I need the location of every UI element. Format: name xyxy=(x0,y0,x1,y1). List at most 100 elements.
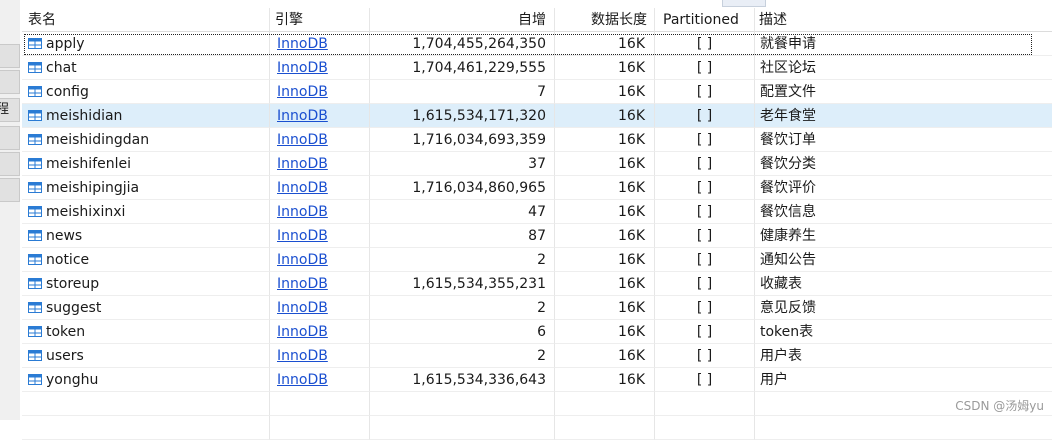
left-panel-button[interactable] xyxy=(0,152,20,176)
table-row[interactable]: meishipingjia InnoDB 1,716,034,860,965 16K[… xyxy=(22,176,1052,200)
table-row[interactable]: config InnoDB 7 16K[ ] 配置文件 xyxy=(22,80,1052,104)
column-header-name[interactable]: 表名 xyxy=(22,8,270,32)
engine-link[interactable]: InnoDB xyxy=(277,84,328,100)
partitioned-cell[interactable]: [ ] xyxy=(655,152,755,176)
auto-increment-cell[interactable]: 1,716,034,693,359 xyxy=(370,128,555,152)
data-length-cell[interactable]: 16K xyxy=(555,248,655,272)
auto-increment-cell[interactable]: 87 xyxy=(370,224,555,248)
auto-increment-cell[interactable]: 2 xyxy=(370,344,555,368)
engine-cell[interactable]: InnoDB xyxy=(270,104,370,128)
auto-increment-cell[interactable]: 1,704,461,229,555 xyxy=(370,56,555,80)
engine-cell[interactable]: InnoDB xyxy=(270,224,370,248)
description-cell[interactable]: 收藏表 xyxy=(755,272,1052,296)
data-length-cell[interactable]: 16K xyxy=(555,296,655,320)
engine-link[interactable]: InnoDB xyxy=(277,348,328,364)
table-name-cell[interactable]: apply xyxy=(22,32,270,56)
auto-increment-cell[interactable]: 7 xyxy=(370,80,555,104)
engine-cell[interactable]: InnoDB xyxy=(270,80,370,104)
engine-cell[interactable]: InnoDB xyxy=(270,248,370,272)
engine-link[interactable]: InnoDB xyxy=(277,132,328,148)
engine-link[interactable]: InnoDB xyxy=(277,36,328,52)
table-name-cell[interactable]: config xyxy=(22,80,270,104)
engine-cell[interactable]: InnoDB xyxy=(270,32,370,56)
partitioned-cell[interactable]: [ ] xyxy=(655,128,755,152)
data-length-cell[interactable]: 16K xyxy=(555,368,655,392)
table-row[interactable]: meishixinxi InnoDB 47 16K[ ] 餐饮信息 xyxy=(22,200,1052,224)
auto-increment-cell[interactable]: 2 xyxy=(370,248,555,272)
data-length-cell[interactable]: 16K xyxy=(555,80,655,104)
engine-link[interactable]: InnoDB xyxy=(277,204,328,220)
engine-link[interactable]: InnoDB xyxy=(277,300,328,316)
partitioned-cell[interactable]: [ ] xyxy=(655,56,755,80)
partitioned-cell[interactable]: [ ] xyxy=(655,224,755,248)
left-panel-button[interactable] xyxy=(0,70,20,94)
data-length-cell[interactable]: 16K xyxy=(555,32,655,56)
column-header-description[interactable]: 描述 xyxy=(755,8,1052,32)
column-header-auto-increment[interactable]: 自增 xyxy=(370,8,555,32)
engine-link[interactable]: InnoDB xyxy=(277,108,328,124)
table-row[interactable]: meishidingdan InnoDB 1,716,034,693,359 16K[… xyxy=(22,128,1052,152)
engine-cell[interactable]: InnoDB xyxy=(270,128,370,152)
data-length-cell[interactable]: 16K xyxy=(555,200,655,224)
table-name-cell[interactable]: storeup xyxy=(22,272,270,296)
table-name-cell[interactable]: meishixinxi xyxy=(22,200,270,224)
partitioned-cell[interactable]: [ ] xyxy=(655,368,755,392)
table-name-cell[interactable]: notice xyxy=(22,248,270,272)
table-row[interactable]: chat InnoDB 1,704,461,229,555 16K[ ] 社区论坛 xyxy=(22,56,1052,80)
table-row[interactable]: token InnoDB 6 16K[ ] token表 xyxy=(22,320,1052,344)
description-cell[interactable]: 餐饮订单 xyxy=(755,128,1052,152)
left-panel-button[interactable] xyxy=(0,126,20,150)
auto-increment-cell[interactable]: 37 xyxy=(370,152,555,176)
data-length-cell[interactable]: 16K xyxy=(555,56,655,80)
table-name-cell[interactable]: users xyxy=(22,344,270,368)
description-cell[interactable]: 健康养生 xyxy=(755,224,1052,248)
partitioned-cell[interactable]: [ ] xyxy=(655,248,755,272)
table-row[interactable]: meishifenlei InnoDB 37 16K[ ] 餐饮分类 xyxy=(22,152,1052,176)
auto-increment-cell[interactable]: 1,716,034,860,965 xyxy=(370,176,555,200)
auto-increment-cell[interactable]: 1,615,534,171,320 xyxy=(370,104,555,128)
data-length-cell[interactable]: 16K xyxy=(555,104,655,128)
left-panel-button[interactable] xyxy=(0,44,20,68)
data-length-cell[interactable]: 16K xyxy=(555,224,655,248)
partitioned-cell[interactable]: [ ] xyxy=(655,200,755,224)
engine-link[interactable]: InnoDB xyxy=(277,372,328,388)
table-name-cell[interactable]: meishidian xyxy=(22,104,270,128)
description-cell[interactable]: 餐饮分类 xyxy=(755,152,1052,176)
table-row[interactable]: apply InnoDB 1,704,455,264,350 16K[ ] 就餐申请 xyxy=(22,32,1052,56)
description-cell[interactable]: 社区论坛 xyxy=(755,56,1052,80)
engine-link[interactable]: InnoDB xyxy=(277,252,328,268)
table-name-cell[interactable]: meishipingjia xyxy=(22,176,270,200)
description-cell[interactable]: token表 xyxy=(755,320,1052,344)
engine-link[interactable]: InnoDB xyxy=(277,276,328,292)
column-header-engine[interactable]: 引擎 xyxy=(270,8,370,32)
table-name-cell[interactable]: token xyxy=(22,320,270,344)
table-row[interactable]: notice InnoDB 2 16K[ ] 通知公告 xyxy=(22,248,1052,272)
engine-cell[interactable]: InnoDB xyxy=(270,320,370,344)
engine-cell[interactable]: InnoDB xyxy=(270,296,370,320)
engine-cell[interactable]: InnoDB xyxy=(270,272,370,296)
auto-increment-cell[interactable]: 1,704,455,264,350 xyxy=(370,32,555,56)
description-cell[interactable]: 用户 xyxy=(755,368,1052,392)
table-row[interactable]: users InnoDB 2 16K[ ] 用户表 xyxy=(22,344,1052,368)
data-length-cell[interactable]: 16K xyxy=(555,344,655,368)
left-panel-button[interactable]: 程 xyxy=(0,98,20,122)
table-row[interactable]: meishidian InnoDB 1,615,534,171,320 16K[ ] 老… xyxy=(22,104,1052,128)
engine-cell[interactable]: InnoDB xyxy=(270,368,370,392)
table-name-cell[interactable]: news xyxy=(22,224,270,248)
partitioned-cell[interactable]: [ ] xyxy=(655,80,755,104)
description-cell[interactable]: 通知公告 xyxy=(755,248,1052,272)
engine-link[interactable]: InnoDB xyxy=(277,60,328,76)
partitioned-cell[interactable]: [ ] xyxy=(655,296,755,320)
engine-link[interactable]: InnoDB xyxy=(277,228,328,244)
engine-cell[interactable]: InnoDB xyxy=(270,176,370,200)
table-name-cell[interactable]: meishidingdan xyxy=(22,128,270,152)
partitioned-cell[interactable]: [ ] xyxy=(655,344,755,368)
engine-cell[interactable]: InnoDB xyxy=(270,56,370,80)
description-cell[interactable]: 用户表 xyxy=(755,344,1052,368)
auto-increment-cell[interactable]: 1,615,534,336,643 xyxy=(370,368,555,392)
left-panel-button[interactable] xyxy=(0,178,20,202)
table-name-cell[interactable]: meishifenlei xyxy=(22,152,270,176)
engine-cell[interactable]: InnoDB xyxy=(270,344,370,368)
partitioned-cell[interactable]: [ ] xyxy=(655,272,755,296)
data-length-cell[interactable]: 16K xyxy=(555,320,655,344)
